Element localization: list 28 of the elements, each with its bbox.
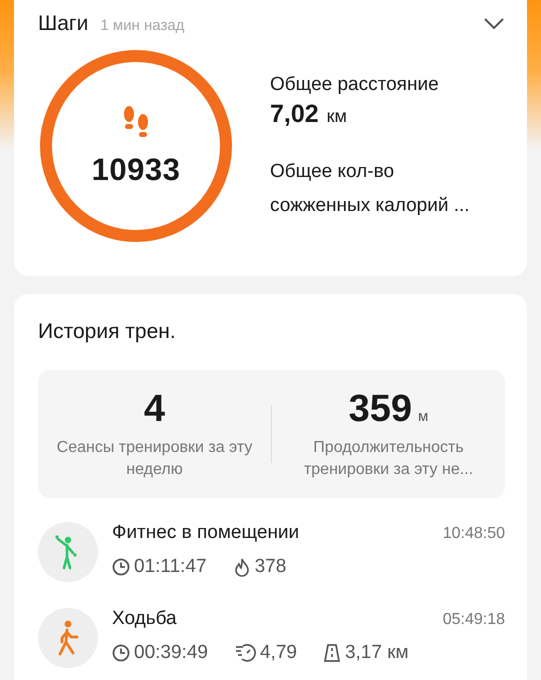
step-count: 10933 [92,152,180,188]
metric-value: 3,17 км [344,642,409,664]
metric-value: 378 [254,556,286,578]
card-title: Шаги [38,12,88,36]
section-title: История трен. [38,320,177,344]
stat-value: 4 [144,388,166,430]
metric-value: 00:39:49 [134,642,208,664]
distance-label: Общее расстояние [270,72,440,96]
flame-icon [232,557,251,577]
clock-icon [112,644,130,662]
workout-name[interactable]: Фитнес в помещении [112,522,300,544]
metric-value: 01:11:47 [134,556,207,578]
road-icon [322,643,341,663]
calories-label: Общее кол-во сожженных калорий ... [270,160,471,218]
speedometer-icon [234,643,256,663]
distance-unit: км [326,106,347,126]
stat-unit: м [418,408,428,424]
metric-value: 4,79 [260,642,297,664]
expand-chevron-icon[interactable] [483,17,505,31]
stat-label: Сеансы тренировки за эту неделю [56,438,252,480]
clock-icon [112,558,130,576]
distance-value: 7,02 [270,100,319,128]
workout-time: 10:48:50 [442,525,505,543]
stat-value: 359 [348,388,412,430]
workout-name[interactable]: Ходьба [112,608,177,630]
stat-label: Продолжительность тренировки за эту не... [302,438,474,480]
workout-time: 05:49:18 [442,611,505,629]
updated-time: 1 мин назад [100,17,184,34]
